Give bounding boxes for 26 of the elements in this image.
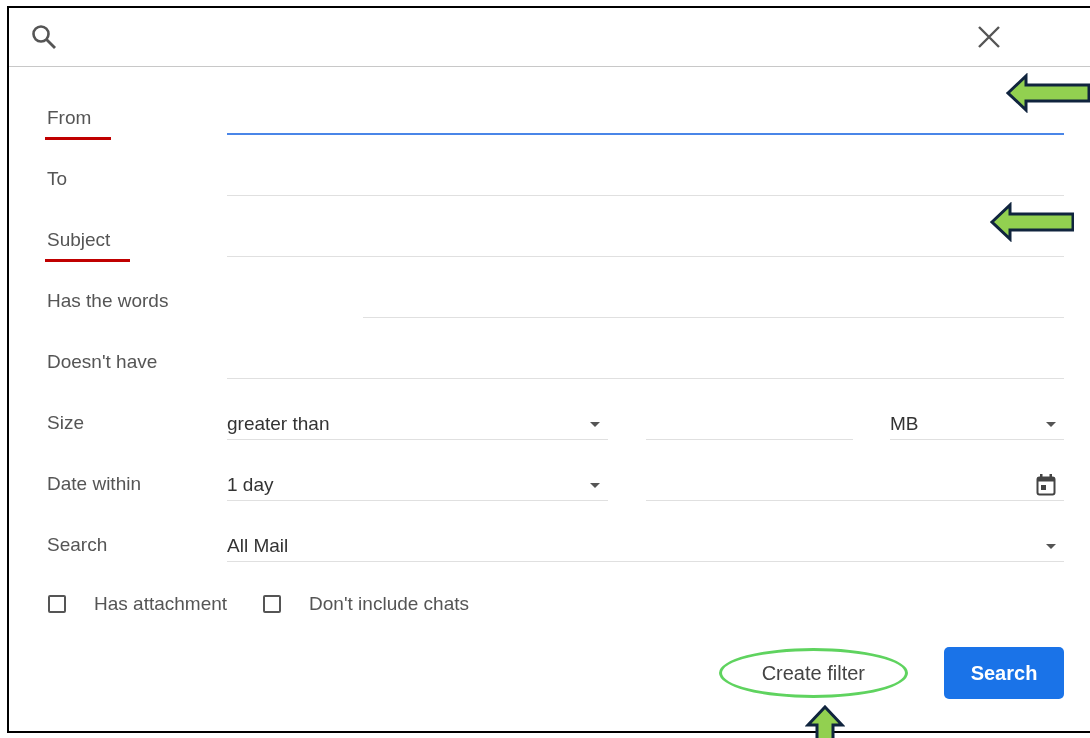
dropdown-caret-icon (1046, 543, 1056, 549)
checkbox[interactable] (48, 595, 66, 613)
field-label: Doesn't have (46, 351, 159, 374)
checkbox-option[interactable]: Has attachment (48, 593, 228, 615)
mailbox-dropdown[interactable]: All Mail (227, 531, 1064, 562)
size-operator-dropdown[interactable]: greater than (227, 409, 608, 440)
calendar-icon[interactable] (1036, 474, 1056, 496)
unit-dropdown[interactable]: MB (890, 409, 1064, 440)
checkbox-option[interactable]: Don't include chats (263, 593, 470, 615)
field-label: Subject (45, 229, 131, 262)
dropdown-caret-icon (590, 482, 600, 488)
dropdown-caret-icon (1046, 421, 1056, 427)
checkbox[interactable] (263, 595, 282, 613)
search-button[interactable]: Search (944, 647, 1064, 699)
field-label: Has the words (46, 290, 170, 313)
field-label: From (45, 107, 112, 140)
field-label: To (46, 168, 69, 191)
close-icon[interactable] (978, 26, 1000, 48)
date-range-dropdown[interactable]: 1 day (227, 470, 608, 501)
create-filter-button[interactable]: Create filter (718, 648, 908, 698)
search-icon[interactable] (31, 24, 57, 50)
dropdown-caret-icon (590, 421, 600, 427)
arrow-icon (805, 705, 845, 738)
field-label: Size (46, 412, 85, 435)
field-label: Date within (46, 473, 142, 496)
field-label: Search (46, 534, 109, 557)
